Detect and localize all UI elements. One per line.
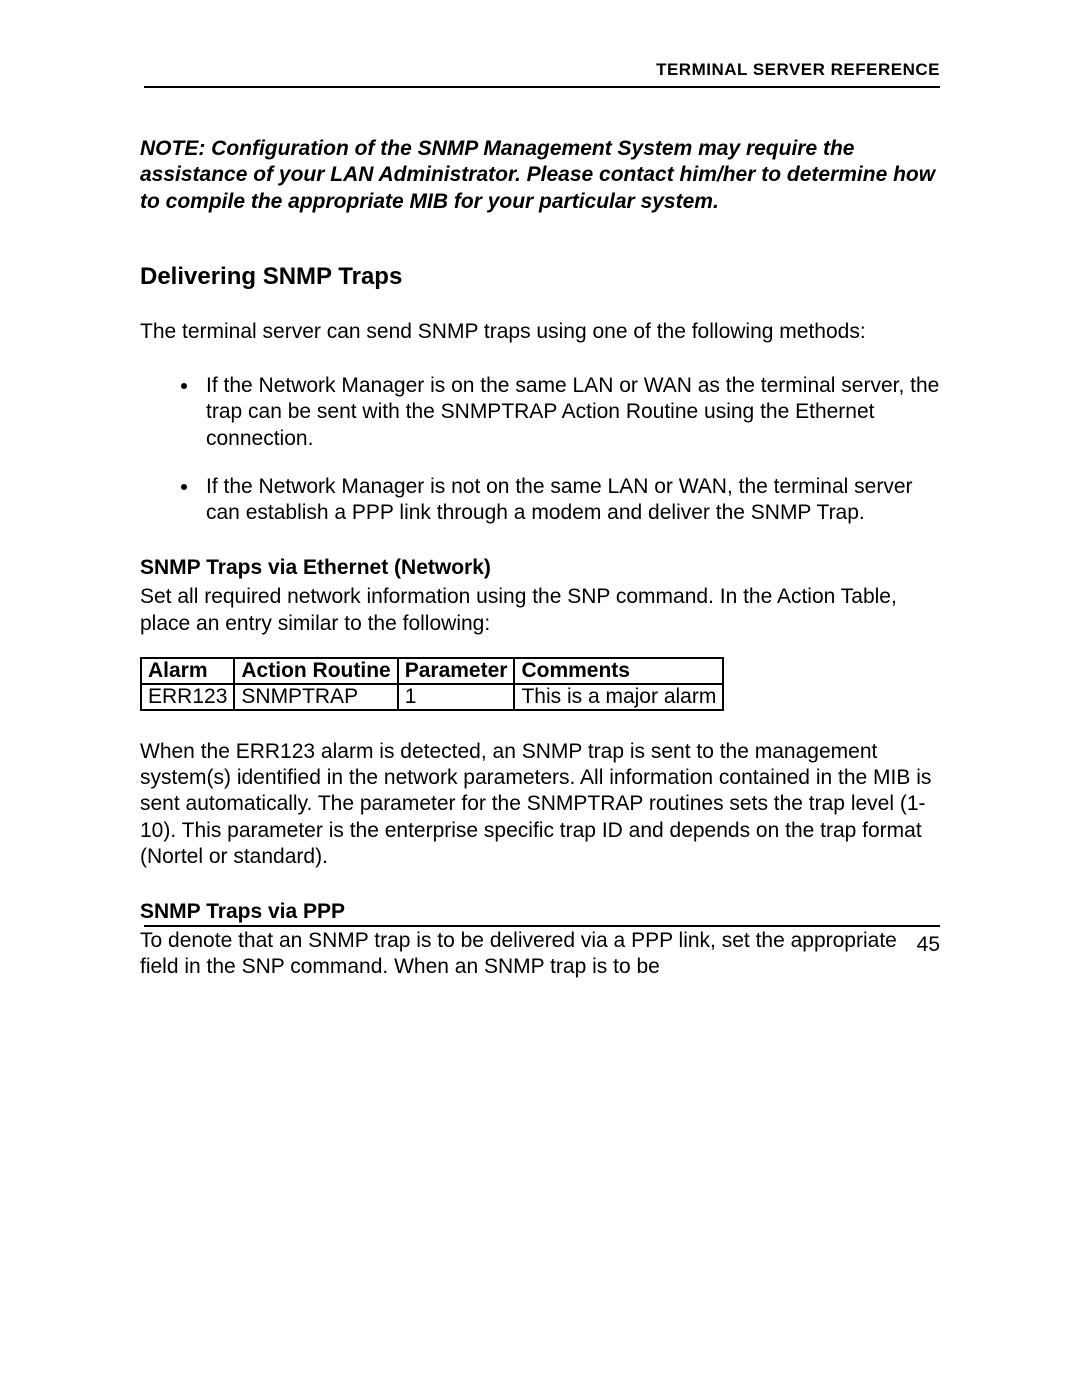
table-cell: 1 (398, 684, 515, 710)
document-page: TERMINAL SERVER REFERENCE NOTE: Configur… (0, 0, 1080, 1397)
list-item: If the Network Manager is on the same LA… (200, 373, 940, 452)
bullet-list: If the Network Manager is on the same LA… (140, 373, 940, 526)
ethernet-text: Set all required network information usi… (140, 584, 940, 637)
table-header-cell: Comments (514, 658, 723, 684)
table-cell: This is a major alarm (514, 684, 723, 710)
header-title: TERMINAL SERVER REFERENCE (656, 60, 940, 79)
page-number: 45 (917, 933, 940, 957)
table-cell: SNMPTRAP (234, 684, 397, 710)
page-header: TERMINAL SERVER REFERENCE (144, 60, 940, 88)
table-header-cell: Action Routine (234, 658, 397, 684)
subsection-heading-ethernet: SNMP Traps via Ethernet (Network) (140, 556, 940, 580)
section-heading: Delivering SNMP Traps (140, 263, 940, 291)
section-intro: The terminal server can send SNMP traps … (140, 319, 940, 345)
footer-rule (144, 925, 940, 927)
ppp-text: To denote that an SNMP trap is to be del… (140, 928, 940, 981)
action-table: Alarm Action Routine Parameter Comments … (140, 657, 724, 711)
list-item: If the Network Manager is not on the sam… (200, 474, 940, 527)
table-header-cell: Parameter (398, 658, 515, 684)
table-cell: ERR123 (141, 684, 234, 710)
note-paragraph: NOTE: Configuration of the SNMP Manageme… (140, 136, 940, 215)
table-header-cell: Alarm (141, 658, 234, 684)
after-table-paragraph: When the ERR123 alarm is detected, an SN… (140, 739, 940, 870)
subsection-heading-ppp: SNMP Traps via PPP (140, 900, 940, 924)
table-row: ERR123 SNMPTRAP 1 This is a major alarm (141, 684, 723, 710)
table-header-row: Alarm Action Routine Parameter Comments (141, 658, 723, 684)
